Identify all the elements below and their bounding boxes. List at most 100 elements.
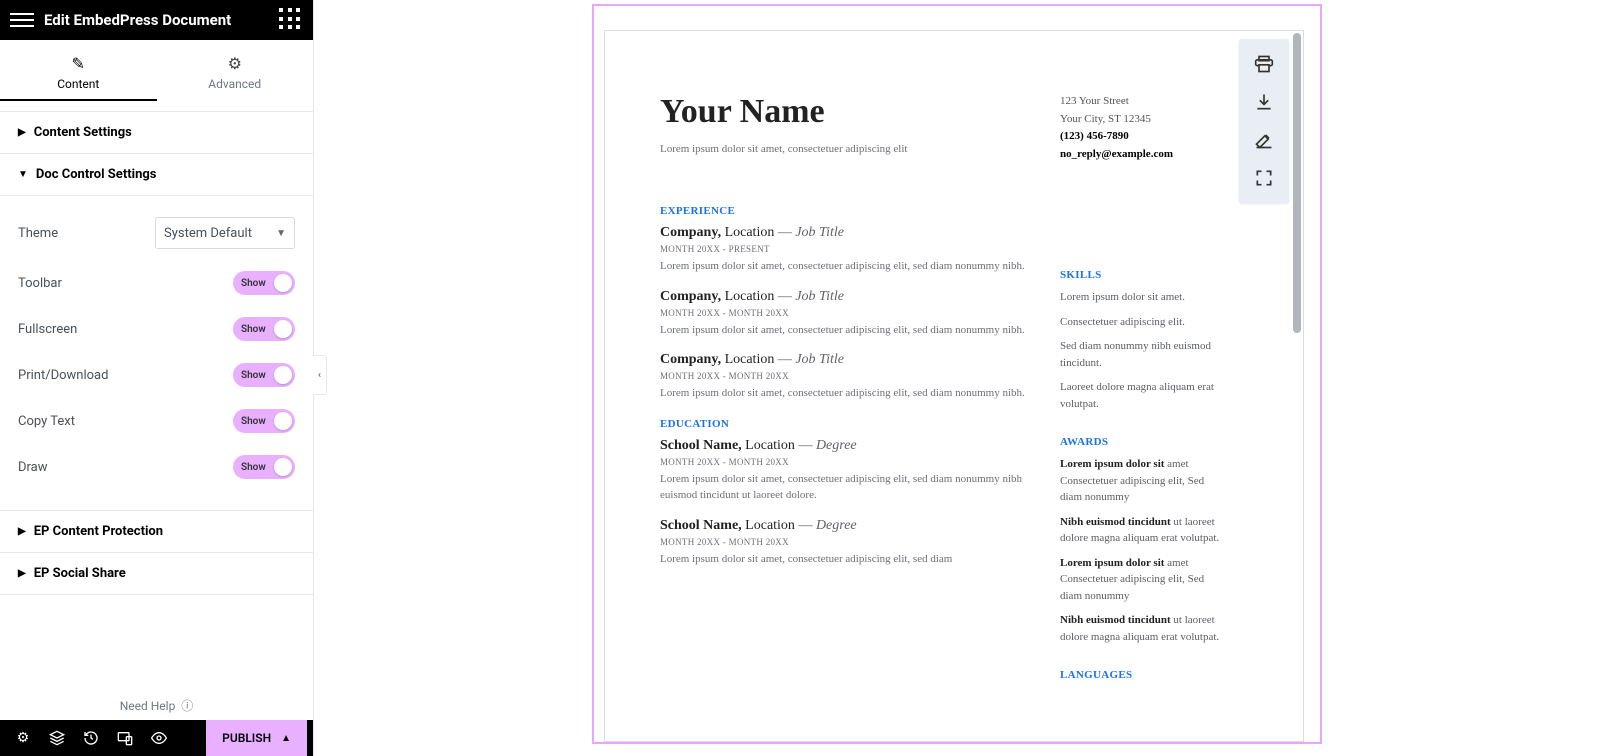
job-date: MONTH 20XX - PRESENT — [660, 244, 1030, 254]
caret-right-icon: ▶ — [18, 127, 26, 138]
section-doc-control-label: Doc Control Settings — [36, 167, 157, 182]
contact-city: Your City, ST 12345 — [1060, 111, 1220, 129]
skill-item: Laoreet dolore magna aliquam erat volutp… — [1060, 379, 1220, 412]
caret-right-icon: ▶ — [18, 568, 26, 579]
apps-grid-icon[interactable] — [279, 8, 303, 32]
job-entry: Company, Location — Job Title MONTH 20XX… — [660, 225, 1030, 275]
skill-item: Sed diam nonummy nibh euismod tincidunt. — [1060, 338, 1220, 371]
history-button[interactable] — [74, 720, 108, 756]
control-print: Print/Download Show — [18, 352, 295, 398]
skill-item: Lorem ipsum dolor sit amet. — [1060, 289, 1220, 306]
section-social-share-label: EP Social Share — [34, 566, 126, 581]
preview-canvas[interactable]: Your Name Lorem ipsum dolor sit amet, co… — [314, 0, 1600, 756]
section-doc-control[interactable]: ▼ Doc Control Settings — [0, 154, 313, 196]
toolbar-label: Toolbar — [18, 276, 62, 291]
tab-content-label: Content — [0, 77, 157, 91]
eye-icon — [151, 730, 167, 746]
job-body: Lorem ipsum dolor sit amet, consectetuer… — [660, 322, 1030, 339]
draw-toggle[interactable]: Show — [233, 455, 295, 479]
controls-panel: ▶ Content Settings ▼ Doc Control Setting… — [0, 112, 313, 691]
print-icon — [1254, 54, 1274, 74]
heading-languages: LANGUAGES — [1060, 669, 1220, 681]
draw-label: Draw — [18, 460, 48, 475]
devices-icon — [117, 730, 133, 746]
job-entry: Company, Location — Job Title MONTH 20XX… — [660, 289, 1030, 339]
section-social-share[interactable]: ▶ EP Social Share — [0, 553, 313, 595]
chevron-up-icon: ▲ — [281, 733, 291, 744]
doc-right-column: 123 Your Street Your City, ST 12345 (123… — [1060, 93, 1220, 741]
job-body: Lorem ipsum dolor sit amet, consectetuer… — [660, 471, 1030, 504]
resume-subtitle: Lorem ipsum dolor sit amet, consectetuer… — [660, 143, 1030, 155]
help-icon: ⓘ — [178, 699, 193, 713]
section-content-settings-label: Content Settings — [34, 125, 132, 140]
pencil-icon — [1254, 130, 1274, 150]
history-icon — [83, 730, 99, 746]
draw-button[interactable] — [1245, 121, 1283, 159]
caret-right-icon: ▶ — [18, 526, 26, 537]
job-body: Lorem ipsum dolor sit amet, consectetuer… — [660, 258, 1030, 275]
job-date: MONTH 20XX - MONTH 20XX — [660, 371, 1030, 381]
control-theme: Theme System Default ▼ — [18, 206, 295, 260]
job-entry: Company, Location — Job Title MONTH 20XX… — [660, 352, 1030, 402]
control-toolbar: Toolbar Show — [18, 260, 295, 306]
doc-left-column: Your Name Lorem ipsum dolor sit amet, co… — [660, 93, 1030, 741]
job-head: Company, Location — Job Title — [660, 352, 1030, 368]
job-date: MONTH 20XX - MONTH 20XX — [660, 308, 1030, 318]
award-item: Lorem ipsum dolor sit amet Consectetuer … — [1060, 456, 1220, 506]
tab-content[interactable]: ✎ Content — [0, 40, 157, 111]
document-viewer: Your Name Lorem ipsum dolor sit amet, co… — [604, 30, 1304, 742]
need-help[interactable]: Need Help ⓘ — [0, 691, 313, 720]
navigator-button[interactable] — [40, 720, 74, 756]
doc-control-body: Theme System Default ▼ Toolbar Show Full… — [0, 196, 313, 511]
heading-experience: EXPERIENCE — [660, 205, 1030, 217]
resume-name: Your Name — [660, 93, 1030, 131]
tab-advanced[interactable]: ⚙ Advanced — [157, 40, 314, 111]
chevron-left-icon: ‹ — [318, 370, 321, 381]
section-content-settings[interactable]: ▶ Content Settings — [0, 112, 313, 154]
print-toggle[interactable]: Show — [233, 363, 295, 387]
contact-phone: (123) 456-7890 — [1060, 128, 1220, 146]
job-head: School Name, Location — Degree — [660, 518, 1030, 534]
heading-awards: AWARDS — [1060, 436, 1220, 448]
award-item: Nibh euismod tincidunt ut laoreet dolore… — [1060, 514, 1220, 547]
section-content-protection[interactable]: ▶ EP Content Protection — [0, 511, 313, 553]
job-date: MONTH 20XX - MONTH 20XX — [660, 457, 1030, 467]
pencil-icon: ✎ — [0, 54, 157, 73]
fullscreen-button[interactable] — [1245, 159, 1283, 197]
chevron-down-icon: ▼ — [276, 228, 286, 239]
scrollbar[interactable] — [1293, 33, 1301, 333]
download-icon — [1254, 92, 1274, 112]
collapse-sidebar-button[interactable]: ‹ — [313, 355, 327, 395]
publish-label: PUBLISH — [222, 731, 271, 745]
toolbar-toggle[interactable]: Show — [233, 271, 295, 295]
copy-toggle[interactable]: Show — [233, 409, 295, 433]
download-button[interactable] — [1245, 83, 1283, 121]
document-page: Your Name Lorem ipsum dolor sit amet, co… — [605, 31, 1303, 741]
skill-item: Consectetuer adipiscing elit. — [1060, 314, 1220, 331]
job-date: MONTH 20XX - MONTH 20XX — [660, 537, 1030, 547]
job-head: Company, Location — Job Title — [660, 289, 1030, 305]
footer-bar: ⚙ PUBLISH ▲ — [0, 720, 313, 756]
fullscreen-label: Fullscreen — [18, 322, 77, 337]
theme-value: System Default — [164, 226, 252, 241]
print-label: Print/Download — [18, 368, 108, 383]
tab-advanced-label: Advanced — [157, 77, 314, 91]
heading-education: EDUCATION — [660, 418, 1030, 430]
theme-select[interactable]: System Default ▼ — [155, 217, 295, 249]
heading-skills: SKILLS — [1060, 269, 1220, 281]
settings-button[interactable]: ⚙ — [6, 720, 40, 756]
panel-tabs: ✎ Content ⚙ Advanced — [0, 40, 313, 112]
fullscreen-toggle[interactable]: Show — [233, 317, 295, 341]
publish-button[interactable]: PUBLISH ▲ — [206, 720, 307, 756]
copy-label: Copy Text — [18, 414, 75, 429]
job-entry: School Name, Location — Degree MONTH 20X… — [660, 518, 1030, 568]
control-draw: Draw Show — [18, 444, 295, 490]
gear-icon: ⚙ — [17, 730, 30, 746]
print-button[interactable] — [1245, 45, 1283, 83]
award-item: Lorem ipsum dolor sit amet Consectetuer … — [1060, 555, 1220, 605]
preview-button[interactable] — [142, 720, 176, 756]
menu-icon[interactable] — [10, 8, 34, 32]
selected-widget-frame[interactable]: Your Name Lorem ipsum dolor sit amet, co… — [592, 4, 1322, 744]
responsive-button[interactable] — [108, 720, 142, 756]
layers-icon — [49, 730, 65, 746]
